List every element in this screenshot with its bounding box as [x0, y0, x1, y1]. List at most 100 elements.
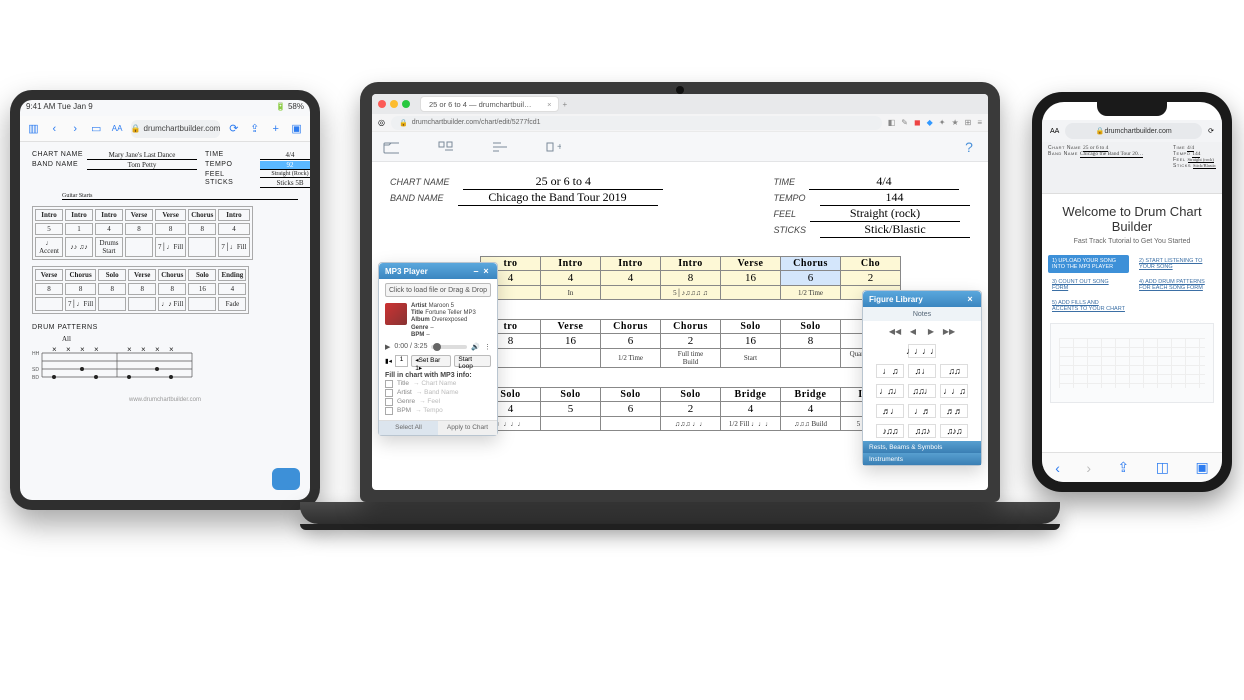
panel-titlebar[interactable]: MP3 Player –×	[379, 263, 497, 279]
prev-page-icon[interactable]: ◀◀	[888, 324, 902, 338]
grid-cell[interactable]	[541, 417, 601, 431]
grid-cell[interactable]: Verse	[721, 257, 781, 271]
folder-icon[interactable]	[382, 138, 400, 156]
song-form-grid[interactable]: IntroIntroIntroVerseVerseChorusIntro5148…	[32, 206, 298, 314]
grid-cell[interactable]	[35, 297, 63, 311]
mp3-player-panel[interactable]: MP3 Player –× Click to load file or Drag…	[378, 262, 498, 436]
back-icon[interactable]: ‹	[47, 120, 62, 138]
grid-cell[interactable]	[601, 286, 661, 300]
play-icon[interactable]: ▶	[385, 343, 390, 351]
grid-row[interactable]: VerseChorusSoloVerseChorusSoloEnding8888…	[32, 266, 249, 314]
tutorial-preview-image[interactable]	[1050, 323, 1214, 403]
chart-header-preview[interactable]: Chart Name 25 or 6 to 4 Band Name Chicag…	[1042, 142, 1222, 194]
close-tab-icon[interactable]: ×	[547, 100, 551, 109]
figure-section-instruments[interactable]: Instruments	[863, 453, 981, 465]
grid-cell[interactable]: 8	[155, 223, 186, 235]
grid-cell[interactable]: Verse	[125, 209, 153, 221]
grid-row[interactable]: troVerseChorusChorusSoloSoloSo8166216881…	[480, 319, 901, 368]
figure-item[interactable]: ♬♩	[876, 404, 904, 418]
grid-cell[interactable]: Verse	[128, 269, 156, 281]
value-time[interactable]: 4/4	[809, 174, 959, 190]
grid-cell[interactable]: Solo	[188, 269, 216, 281]
value-sticks[interactable]: Stick/Blastic	[820, 222, 970, 238]
grid-cell[interactable]: 7│♩Fill	[65, 297, 96, 311]
ext-icon[interactable]: ◧	[888, 118, 896, 127]
grid-cell[interactable]: Solo	[721, 320, 781, 334]
figure-section-rests[interactable]: Rests, Beams & Symbols	[863, 441, 981, 453]
grid-row[interactable]: SoloSoloSoloSoloBridgeBridgeIntro4562448…	[480, 387, 901, 431]
bookmark-icon[interactable]: ★	[951, 118, 958, 127]
grid-cell[interactable]: 7│♩Fill	[218, 237, 249, 257]
panel-titlebar[interactable]: Figure Library ×	[863, 291, 981, 307]
new-tab-button[interactable]: +	[563, 100, 568, 109]
figure-item[interactable]: ♫ ♩	[908, 364, 936, 378]
grid-cell[interactable]: Intro	[95, 209, 123, 221]
grid-cell[interactable]: Bridge	[781, 388, 841, 402]
close-icon[interactable]: ×	[481, 266, 491, 276]
more-icon[interactable]: ⋮	[484, 343, 491, 351]
select-all-button[interactable]: Select All	[379, 421, 438, 435]
checkbox-icon[interactable]	[385, 398, 393, 406]
grid-cell[interactable]: 5	[541, 402, 601, 417]
grid-cell[interactable]: Intro	[35, 209, 63, 221]
figure-item[interactable]: ♩♬	[908, 404, 936, 418]
grid-cell[interactable]: 6	[601, 334, 661, 349]
figure-item[interactable]: ♪♫♫	[876, 424, 904, 438]
grid-cell[interactable]: Intro	[661, 257, 721, 271]
ext-icon[interactable]: ◼	[914, 118, 921, 127]
grid-cell[interactable]: 8	[125, 223, 153, 235]
grid-cell[interactable]: Ending	[218, 269, 246, 281]
figure-item[interactable]: ♫♪♫	[940, 424, 968, 438]
grid-cell[interactable]: Solo	[601, 388, 661, 402]
figure-item[interactable]: ♫♫♪	[908, 424, 936, 438]
grid-cell[interactable]: Solo	[541, 388, 601, 402]
grid-cell[interactable]: 16	[721, 334, 781, 349]
checkbox-icon[interactable]	[385, 389, 393, 397]
grid-cell[interactable]: 4	[218, 283, 246, 295]
reload-icon[interactable]: ⟳	[226, 120, 241, 138]
next-page-icon[interactable]: ▶▶	[942, 324, 956, 338]
figure-tab-notes[interactable]: Notes	[863, 307, 981, 321]
checkbox-icon[interactable]	[385, 407, 393, 415]
checkbox-icon[interactable]	[385, 380, 393, 388]
tutorial-step[interactable]	[1135, 297, 1216, 315]
grid-cell[interactable]	[781, 349, 841, 368]
progress-slider[interactable]	[431, 345, 467, 349]
value-time[interactable]: 4/4	[260, 151, 310, 160]
value-sticks[interactable]: Sticks 5B	[260, 179, 310, 188]
help-icon[interactable]: ?	[960, 138, 978, 156]
ext-icon[interactable]: ✎	[901, 118, 908, 127]
reader-aa-icon[interactable]: AA	[110, 120, 125, 138]
load-file-button[interactable]: Click to load file or Drag & Drop	[385, 283, 491, 297]
grid-cell[interactable]	[188, 297, 216, 311]
fill-option[interactable]: Title→ Chart Name	[385, 380, 491, 388]
align-tool-icon[interactable]	[490, 138, 508, 156]
grid-cell[interactable]: ♫♫♫ ♩♩	[661, 417, 721, 431]
grid-cell[interactable]	[601, 417, 661, 431]
grid-cell[interactable]: 8	[158, 283, 186, 295]
ext-icon[interactable]: ◆	[927, 118, 933, 127]
address-bar[interactable]: 🔒drumchartbuilder.com/chart/edit/5277fcd…	[391, 116, 882, 130]
grid-cell[interactable]: 8	[128, 283, 156, 295]
value-chart-name[interactable]: Mary Jane's Last Dance	[87, 151, 197, 160]
grid-cell[interactable]: Verse	[35, 269, 63, 281]
grid-cell[interactable]: Solo	[661, 388, 721, 402]
prev-bar-icon[interactable]: ▮◂	[385, 357, 392, 365]
value-band-name[interactable]: Tom Petty	[87, 161, 197, 170]
address-bar[interactable]: 🔒 drumchartbuilder.com	[131, 120, 221, 138]
address-bar[interactable]: 🔒 drumchartbuilder.com	[1065, 123, 1202, 139]
grid-cell[interactable]: Solo	[98, 269, 126, 281]
grid-cell[interactable]: 6	[601, 402, 661, 417]
grid-cell[interactable]: Intro	[601, 257, 661, 271]
grid-cell[interactable]: Chorus	[601, 320, 661, 334]
grid-cell[interactable]: 2	[661, 334, 721, 349]
grid-cell[interactable]: 1/2 Fill ♩♩♩	[721, 417, 781, 431]
grid-cell[interactable]: 8	[98, 283, 126, 295]
figure-item[interactable]: ♫♫♩	[908, 384, 936, 398]
drum-pattern-staff[interactable]: HH SD BD ×××× ××××	[32, 343, 202, 387]
grid-cell[interactable]	[188, 237, 216, 257]
grid-cell[interactable]: 8	[65, 283, 96, 295]
ext-icon[interactable]: ⊞	[965, 118, 972, 127]
tabs-icon[interactable]: ▣	[289, 120, 304, 138]
grid-cell[interactable]: Solo	[781, 320, 841, 334]
